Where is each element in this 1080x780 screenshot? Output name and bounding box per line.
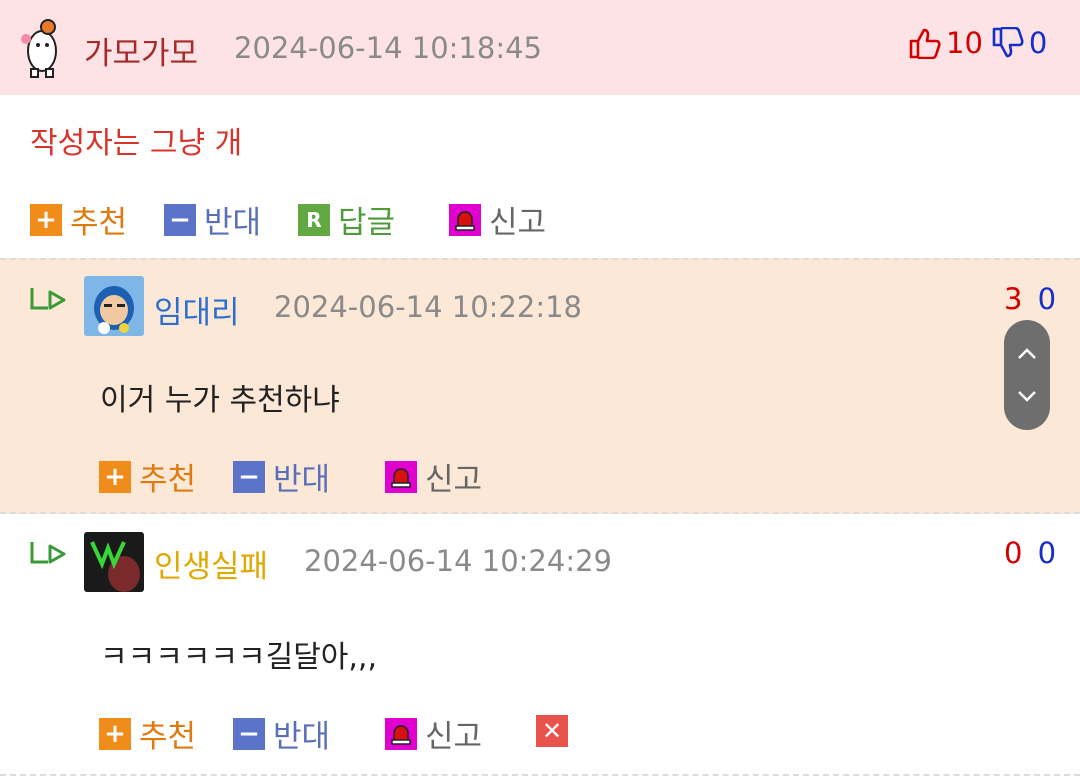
comment-text: 작성자는 그냥 개	[30, 126, 243, 161]
oppose-label: 반대	[273, 462, 331, 498]
chevron-up-icon	[1016, 347, 1038, 361]
reply-arrow-icon	[28, 286, 70, 318]
delete-button[interactable]: ✕	[536, 715, 568, 747]
scroll-control	[1004, 320, 1050, 430]
report-label: 신고	[425, 719, 483, 755]
minus-icon: −	[233, 460, 265, 493]
recommend-button[interactable]: + 추천	[99, 454, 196, 499]
oppose-button[interactable]: − 반대	[233, 454, 330, 499]
avatar[interactable]	[17, 17, 67, 79]
comment-nickname[interactable]: 가모가모	[84, 28, 198, 73]
report-button[interactable]: 신고	[449, 197, 546, 242]
plus-icon: +	[99, 717, 131, 750]
comment-item: 가모가모 2024-06-14 10:18:45 10 0 작성자는 그냥 개 …	[0, 0, 1080, 258]
avatar[interactable]	[84, 276, 144, 336]
recommend-label: 추천	[139, 462, 197, 498]
siren-icon	[385, 717, 417, 750]
minus-icon: −	[164, 203, 196, 236]
recommend-button[interactable]: + 추천	[99, 711, 196, 756]
downvote-count: 0	[1028, 26, 1048, 60]
comment-timestamp: 2024-06-14 10:22:18	[274, 290, 582, 324]
comment-timestamp: 2024-06-14 10:24:29	[304, 544, 612, 578]
avatar[interactable]	[84, 532, 144, 592]
upvote-count: 3	[1004, 282, 1023, 316]
comment-timestamp: 2024-06-14 10:18:45	[234, 31, 542, 65]
report-label: 신고	[489, 205, 547, 241]
report-button[interactable]: 신고	[385, 454, 482, 499]
recommend-label: 추천	[139, 719, 197, 755]
scroll-down-button[interactable]	[1004, 376, 1050, 416]
downvote-count: 0	[1037, 282, 1057, 316]
oppose-button[interactable]: − 반대	[164, 197, 261, 242]
upvote-count: 0	[1004, 536, 1023, 570]
reply-comment-item: 인생실패 2024-06-14 10:24:29 0 0 ㅋㅋㅋㅋㅋㅋ길달아,,…	[0, 514, 1080, 776]
thumbs-down-icon[interactable]	[991, 27, 1025, 59]
reply-label: 답글	[338, 205, 396, 241]
plus-icon: +	[99, 460, 131, 493]
close-icon: ✕	[536, 715, 568, 747]
chevron-down-icon	[1016, 389, 1038, 403]
minus-icon: −	[233, 717, 265, 750]
scroll-up-button[interactable]	[1004, 334, 1050, 374]
oppose-button[interactable]: − 반대	[233, 711, 330, 756]
reply-button[interactable]: R 답글	[298, 197, 395, 242]
reply-r-icon: R	[298, 203, 330, 236]
vote-counts: 0 0	[1004, 536, 1056, 570]
oppose-label: 반대	[204, 205, 262, 241]
comment-nickname[interactable]: 임대리	[154, 287, 240, 332]
report-button[interactable]: 신고	[385, 711, 482, 756]
siren-icon	[449, 203, 481, 236]
oppose-label: 반대	[273, 719, 331, 755]
plus-icon: +	[30, 203, 62, 236]
vote-counts: 3 0	[1004, 282, 1056, 316]
reply-comment-item: 임대리 2024-06-14 10:22:18 3 0 이거 누가 추천하냐 +…	[0, 258, 1080, 514]
thumbs-up-icon[interactable]	[908, 27, 942, 59]
reply-arrow-icon	[28, 540, 70, 572]
recommend-label: 추천	[70, 205, 128, 241]
upvote-count: 10	[946, 26, 983, 60]
recommend-button[interactable]: + 추천	[30, 197, 127, 242]
siren-icon	[385, 460, 417, 493]
comment-nickname[interactable]: 인생실패	[154, 541, 268, 586]
vote-counts: 10 0	[908, 26, 1047, 60]
comment-text: ㅋㅋㅋㅋㅋㅋ길달아,,,	[100, 640, 378, 675]
report-label: 신고	[425, 462, 483, 498]
comment-text: 이거 누가 추천하냐	[100, 383, 340, 418]
downvote-count: 0	[1037, 536, 1057, 570]
